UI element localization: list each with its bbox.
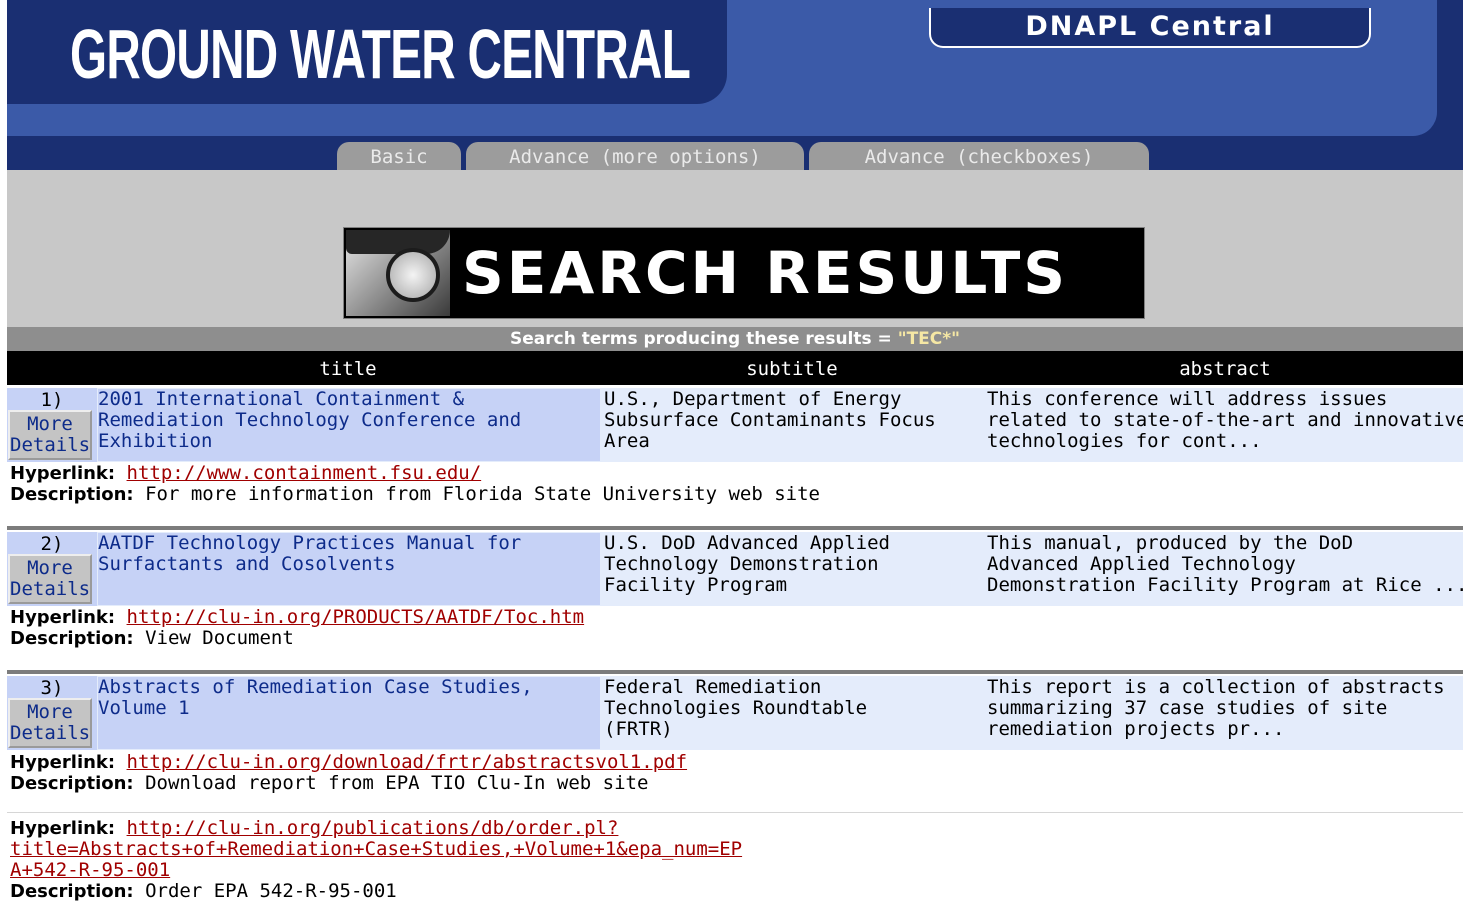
description-label: Description: [10,628,134,649]
description-label: Description: [10,881,134,902]
result-title: AATDF Technology Practices Manual for Su… [98,533,600,605]
result-hyperlink[interactable]: http://www.containment.fsu.edu/ [127,462,482,484]
hyperlink-label: Hyperlink: [10,752,116,773]
result-number: 1) [40,389,64,411]
result-link-info: Hyperlink: http://clu-in.org/publication… [10,818,742,881]
result-number-cell: 3) More Details [7,676,97,750]
result-abstract: This conference will address issues rela… [987,389,1463,452]
hyperlink-label: Hyperlink: [10,607,116,628]
tab-advance-checkboxes[interactable]: Advance (checkboxes) [809,142,1149,170]
result-hyperlink[interactable]: http://clu-in.org/PRODUCTS/AATDF/Toc.htm [127,606,585,628]
result-hyperlink[interactable]: http://clu-in.org/download/frtr/abstract… [127,751,688,773]
search-terms-label: Search terms producing these results = [509,329,898,349]
tab-basic[interactable]: Basic [337,142,461,170]
hyperlink-label: Hyperlink: [10,463,116,484]
column-abstract[interactable]: abstract [987,351,1463,387]
dnapl-central-link[interactable]: DNAPL Central [929,8,1371,48]
result-description: View Document [145,627,294,649]
result-row: 3) More Details Abstracts of Remediation… [7,676,1463,750]
result-description-info: Description: Download report from EPA TI… [10,772,649,795]
result-hyperlink[interactable]: http://clu-in.org/publications/db/order.… [10,817,742,881]
results-column-header: title subtitle abstract [7,351,1463,385]
result-number-cell: 1) More Details [7,388,97,462]
result-subtitle: U.S. DoD Advanced Applied Technology Dem… [604,532,890,596]
result-link-info: Hyperlink: http://clu-in.org/PRODUCTS/AA… [10,606,585,629]
more-details-button[interactable]: More Details [8,698,92,748]
result-row: 2) More Details AATDF Technology Practic… [7,532,1463,606]
result-subtitle: U.S., Department of Energy Subsurface Co… [604,388,936,452]
result-number-cell: 2) More Details [7,532,97,606]
brand-area: GROUND WATER CENTRAL [7,0,727,104]
tab-advance-more-options[interactable]: Advance (more options) [466,142,804,170]
result-divider [7,670,1463,674]
result-number: 3) [40,677,64,699]
column-subtitle[interactable]: subtitle [604,351,980,387]
result-description-info: Description: Order EPA 542-R-95-001 [10,880,397,903]
result-description: Download report from EPA TIO Clu-In web … [145,772,649,794]
search-terms-bar: Search terms producing these results = "… [7,327,1463,351]
result-description: For more information from Florida State … [145,483,820,505]
result-link-info: Hyperlink: http://clu-in.org/download/fr… [10,751,688,774]
result-description-info: Description: For more information from F… [10,483,820,506]
result-title: 2001 International Containment & Remedia… [98,389,600,461]
description-label: Description: [10,773,134,794]
result-number: 2) [40,533,64,555]
description-label: Description: [10,484,134,505]
site-logo-text[interactable]: GROUND WATER CENTRAL [70,14,691,94]
banner-title: SEARCH RESULTS [462,239,1069,307]
result-title: Abstracts of Remediation Case Studies, V… [98,677,600,749]
more-details-button[interactable]: More Details [8,410,92,460]
result-description: Order EPA 542-R-95-001 [145,880,397,902]
more-details-button[interactable]: More Details [8,554,92,604]
result-link-info: Hyperlink: http://www.containment.fsu.ed… [10,462,482,485]
link-divider [7,812,1463,813]
result-description-info: Description: View Document [10,627,294,650]
search-results-banner: SEARCH RESULTS [343,227,1145,319]
result-abstract: This manual, produced by the DoD Advance… [987,533,1463,596]
column-title[interactable]: title [97,351,599,387]
result-row: 1) More Details 2001 International Conta… [7,388,1463,462]
result-abstract: This report is a collection of abstracts… [987,677,1445,740]
search-term-value: "TEC*" [897,329,961,349]
result-divider [7,526,1463,530]
magnifying-glass-photo-icon [346,230,450,316]
hyperlink-label: Hyperlink: [10,818,116,839]
result-subtitle: Federal Remediation Technologies Roundta… [604,676,868,740]
